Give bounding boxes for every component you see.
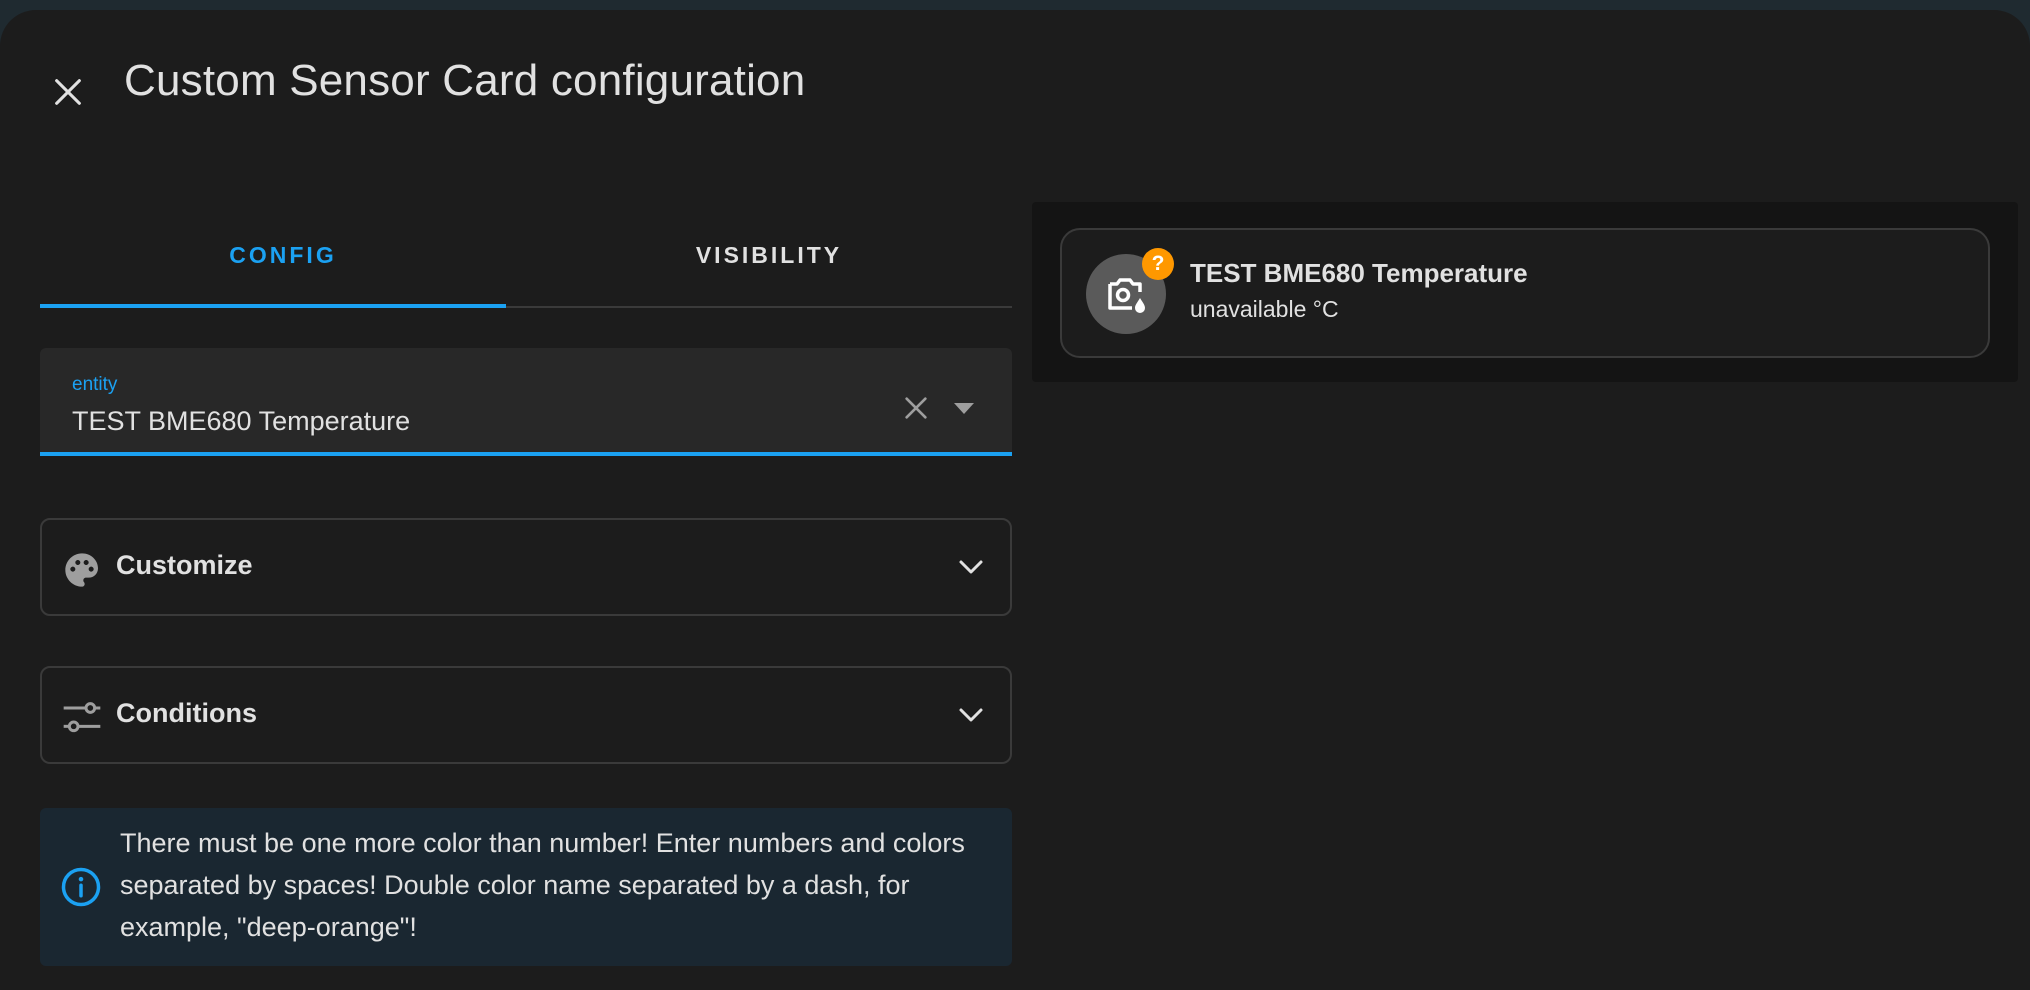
entity-value[interactable]: TEST BME680 Temperature xyxy=(72,406,410,437)
palette-icon xyxy=(65,553,98,587)
sensor-state: unavailable °C xyxy=(1190,296,1339,322)
sensor-name: TEST BME680 Temperature xyxy=(1190,258,1528,288)
close-icon xyxy=(55,79,81,105)
chevron-down-icon xyxy=(959,708,983,722)
sensor-card[interactable]: ? TEST BME680 Temperature unavailable °C xyxy=(1060,228,1990,358)
chevron-down-icon xyxy=(959,560,983,574)
dialog-title: Custom Sensor Card configuration xyxy=(124,56,806,105)
dropdown-arrow-icon[interactable] xyxy=(952,400,976,416)
conditions-label: Conditions xyxy=(116,698,257,728)
info-text: There must be one more color than number… xyxy=(120,828,965,942)
config-dialog: Custom Sensor Card configuration CONFIG … xyxy=(0,10,2030,990)
active-tab-indicator xyxy=(40,304,506,308)
entity-label: entity xyxy=(72,374,118,395)
card-preview: ? TEST BME680 Temperature unavailable °C xyxy=(1032,202,2018,382)
customize-expander[interactable]: Customize xyxy=(40,518,1012,616)
tab-config[interactable]: CONFIG xyxy=(40,206,526,304)
clear-icon[interactable] xyxy=(900,392,932,424)
close-button[interactable] xyxy=(38,62,98,122)
customize-label: Customize xyxy=(116,550,253,580)
tab-bar: CONFIG VISIBILITY xyxy=(40,206,1012,308)
editor-panel: CONFIG VISIBILITY entity TEST BME680 Tem… xyxy=(40,206,1012,966)
tune-icon xyxy=(63,702,101,733)
conditions-expander[interactable]: Conditions xyxy=(40,666,1012,764)
entity-picker[interactable]: entity TEST BME680 Temperature xyxy=(40,348,1012,456)
dialog-header: Custom Sensor Card configuration xyxy=(0,10,2030,160)
tab-visibility[interactable]: VISIBILITY xyxy=(526,206,1012,304)
info-circle-icon xyxy=(61,867,101,907)
info-alert: There must be one more color than number… xyxy=(40,808,1012,966)
unavailable-badge: ? xyxy=(1142,248,1174,280)
